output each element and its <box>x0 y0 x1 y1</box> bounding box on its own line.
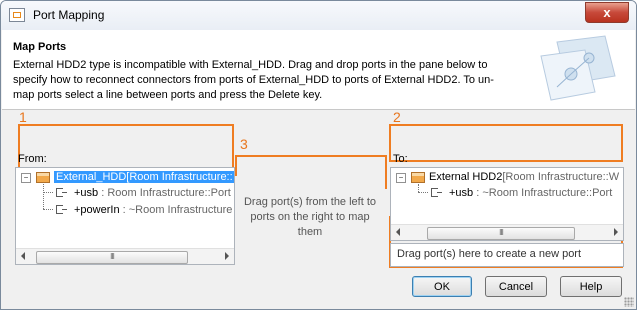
port-type: : ~Room Infrastructure <box>119 204 233 216</box>
resize-grip-icon[interactable] <box>624 297 634 307</box>
port-type: : ~Room Infrastructure::Port <box>473 187 613 199</box>
from-root-name: External_HDD[Room Infrastructure:: <box>54 171 234 183</box>
mapping-area[interactable]: Drag port(s) from the left to ports on t… <box>235 176 385 262</box>
from-label: From: <box>18 153 47 165</box>
class-icon <box>36 172 50 183</box>
port-name: +usb <box>74 187 99 199</box>
title-bar: Port Mapping x <box>1 1 636 30</box>
port-name: +usb <box>449 187 474 199</box>
header-description: External HDD2 type is incompatible with … <box>13 59 494 101</box>
from-port-usb[interactable]: +usb : Room Infrastructure::Port <box>74 185 231 201</box>
port-icon <box>431 188 442 197</box>
port-type: : Room Infrastructure::Port <box>98 187 231 199</box>
scroll-thumb[interactable]: III <box>36 251 188 264</box>
cancel-button[interactable]: Cancel <box>485 276 547 297</box>
scroll-left-icon[interactable] <box>396 228 400 236</box>
tree-guide <box>43 184 44 209</box>
from-root-item[interactable]: External_HDD[Room Infrastructure:: <box>54 169 234 185</box>
class-icon <box>411 172 425 183</box>
app-icon <box>9 8 25 22</box>
from-horizontal-scrollbar[interactable]: III <box>16 248 234 264</box>
to-collapse-icon[interactable]: − <box>396 173 406 183</box>
help-button[interactable]: Help <box>560 276 622 297</box>
scroll-thumb[interactable]: III <box>427 227 575 240</box>
to-tree[interactable]: − External HDD2[Room Infrastructure::W +… <box>390 167 624 241</box>
close-button[interactable]: x <box>585 2 629 23</box>
to-root-name: External HDD2 <box>429 171 503 183</box>
header-title: Map Ports <box>13 41 67 53</box>
scroll-right-icon[interactable] <box>225 252 229 260</box>
ok-button[interactable]: OK <box>412 276 472 297</box>
tree-guide <box>418 184 419 192</box>
header-illustration-icon <box>540 35 616 101</box>
new-port-drop-zone[interactable]: Drag port(s) here to create a new port <box>390 243 624 267</box>
callout-2-outline <box>389 124 623 162</box>
port-icon <box>56 205 67 214</box>
window-title: Port Mapping <box>33 8 105 22</box>
scroll-right-icon[interactable] <box>614 228 618 236</box>
to-port-usb[interactable]: +usb : ~Room Infrastructure::Port <box>449 185 612 201</box>
callout-3: 3 <box>240 136 248 152</box>
callout-1-outline <box>18 124 234 172</box>
from-port-powerin[interactable]: +powerIn : ~Room Infrastructure <box>74 202 232 218</box>
tree-guide <box>43 192 53 193</box>
port-icon <box>56 188 67 197</box>
new-port-hint: Drag port(s) here to create a new port <box>397 248 582 260</box>
scroll-left-icon[interactable] <box>21 252 25 260</box>
callout-1: 1 <box>19 109 27 125</box>
port-mapping-dialog: Port Mapping x Map Ports External HDD2 t… <box>0 0 637 310</box>
tree-guide <box>418 192 428 193</box>
to-label: To: <box>393 153 408 165</box>
port-name: +powerIn <box>74 204 120 216</box>
to-root-item[interactable]: External HDD2[Room Infrastructure::W <box>429 169 619 185</box>
to-root-type: [Room Infrastructure::W <box>502 171 620 183</box>
from-tree[interactable]: − External_HDD[Room Infrastructure:: +us… <box>15 167 235 265</box>
mapping-hint: Drag port(s) from the left to ports on t… <box>243 196 377 238</box>
tree-guide <box>43 209 53 210</box>
callout-2: 2 <box>393 109 401 125</box>
from-collapse-icon[interactable]: − <box>21 173 31 183</box>
to-horizontal-scrollbar[interactable]: III <box>391 224 623 240</box>
dialog-header: Map Ports External HDD2 type is incompat… <box>2 30 635 110</box>
